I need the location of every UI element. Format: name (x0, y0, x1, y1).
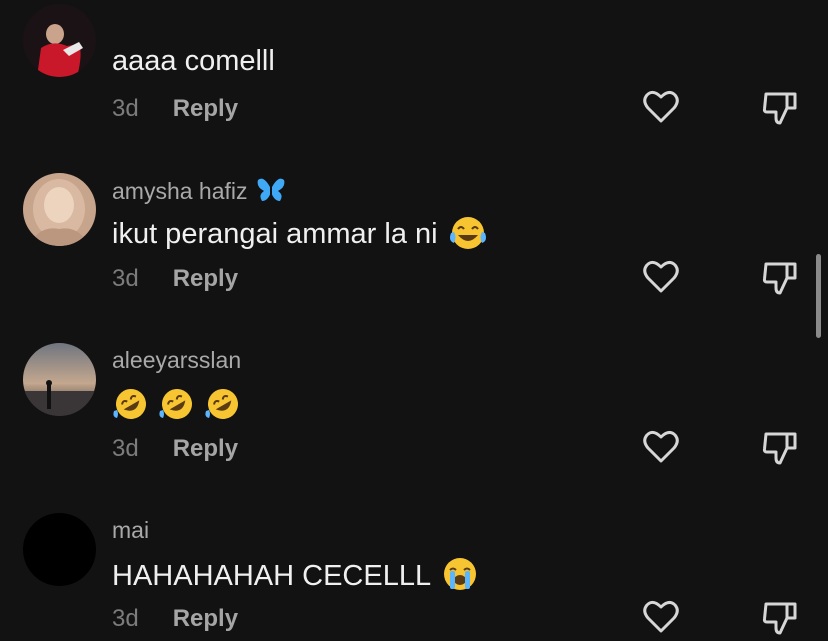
username-text: mai (112, 517, 150, 543)
comment-text-content: aaaa comelll (112, 45, 275, 77)
like-heart-icon[interactable] (643, 90, 679, 129)
comment-time: 3d (112, 605, 139, 632)
laughing-tears-emoji (448, 215, 488, 259)
comment-time: 3d (112, 265, 139, 292)
thumbs-down-icon[interactable] (762, 260, 798, 301)
comment-meta: 3d Reply (112, 95, 238, 123)
username[interactable]: mai (112, 517, 149, 544)
username[interactable]: amysha hafiz (112, 177, 286, 209)
rofl-emoji (112, 385, 150, 431)
username[interactable]: aleeyarsslan (112, 347, 241, 374)
avatar[interactable] (23, 173, 96, 246)
comment-text: HAHAHAHAH CECELLL (112, 555, 479, 601)
comment-meta: 3d Reply (112, 265, 238, 293)
comment-text: ikut perangai ammar la ni (112, 215, 488, 259)
comment-text (112, 385, 242, 431)
scrollbar[interactable] (816, 254, 821, 338)
comment-meta: 3d Reply (112, 435, 238, 463)
like-heart-icon[interactable] (643, 430, 679, 469)
reply-button[interactable]: Reply (173, 265, 238, 292)
thumbs-down-icon[interactable] (762, 430, 798, 471)
reply-button[interactable]: Reply (173, 95, 238, 122)
like-heart-icon[interactable] (643, 260, 679, 299)
avatar[interactable] (23, 513, 96, 586)
rofl-emoji (158, 385, 196, 431)
comment-time: 3d (112, 435, 139, 462)
thumbs-down-icon[interactable] (762, 90, 798, 131)
crying-face-emoji (441, 555, 479, 601)
reply-button[interactable]: Reply (173, 605, 238, 632)
comment-text: aaaa comelll (112, 45, 275, 78)
username-text: aleeyarsslan (112, 347, 242, 373)
username-text: amysha hafiz (112, 178, 248, 204)
comment-time: 3d (112, 95, 139, 122)
reply-button[interactable]: Reply (173, 435, 238, 462)
like-heart-icon[interactable] (643, 600, 679, 639)
avatar[interactable] (23, 4, 96, 77)
butterfly-icon (256, 177, 286, 209)
avatar[interactable] (23, 343, 96, 416)
comment-text-content: ikut perangai ammar la ni (112, 218, 438, 250)
comment-meta: 3d Reply (112, 605, 238, 633)
thumbs-down-icon[interactable] (762, 600, 798, 641)
comment-text-content: HAHAHAHAH CECELLL (112, 560, 432, 592)
rofl-emoji (204, 385, 242, 431)
